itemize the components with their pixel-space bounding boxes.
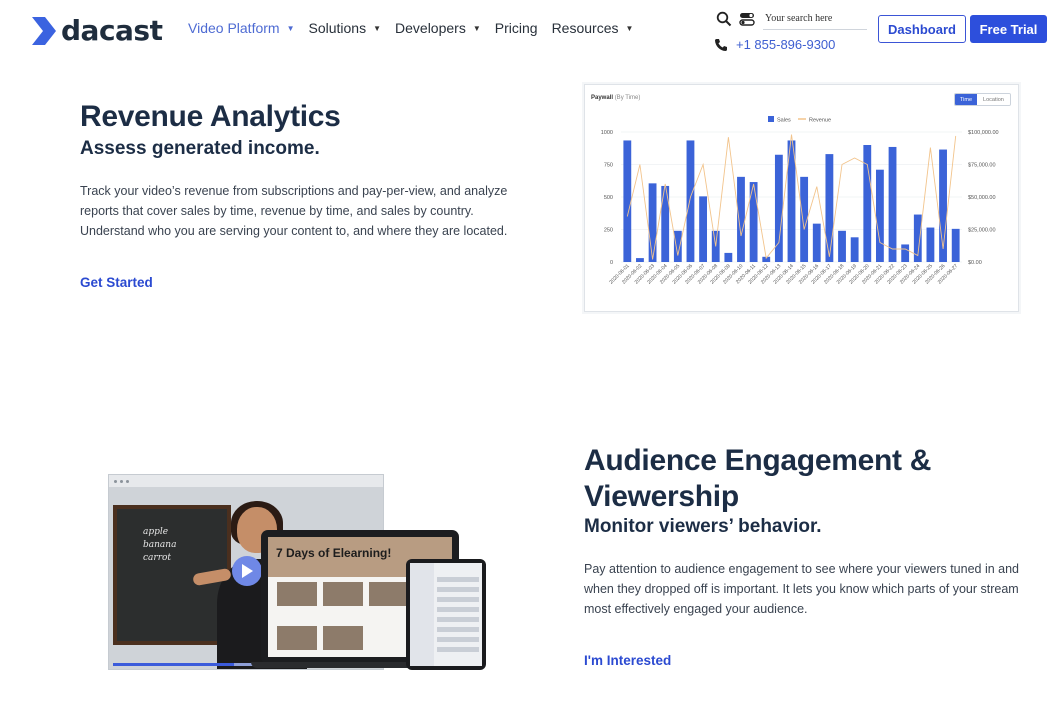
chevron-down-icon: ▼	[373, 23, 382, 33]
tablet-list-row	[437, 617, 479, 622]
free-trial-button[interactable]: Free Trial	[970, 15, 1047, 43]
bar-sales	[673, 230, 682, 262]
nav-resources[interactable]: Resources ▼	[552, 20, 634, 36]
tablet-list-row	[437, 637, 479, 642]
y-left-tick-label: 750	[604, 163, 613, 169]
phone-number: +1 855-896-9300	[736, 37, 836, 52]
bar-sales	[636, 258, 644, 262]
tablet-list-row	[437, 587, 479, 592]
engagement-illustration: apple banana carrot 7 Days of Elearning!	[108, 474, 488, 674]
chevron-down-icon: ▼	[472, 23, 481, 33]
site-header: dacast Video Platform ▼ Solutions ▼ Develo…	[0, 0, 1055, 62]
tablet-list-row	[437, 607, 479, 612]
nav-developers[interactable]: Developers ▼	[395, 20, 481, 36]
tablet-screen	[410, 563, 482, 666]
y-left-tick-label: 1000	[601, 130, 613, 136]
revenue-subtitle: Assess generated income.	[80, 138, 320, 159]
search-bar	[716, 8, 867, 30]
tablet-sidebar	[410, 563, 434, 666]
nav-label: Developers	[395, 20, 466, 36]
engagement-description: Pay attention to audience engagement to …	[584, 562, 1020, 616]
logo-text: dacast	[61, 14, 163, 47]
nav-solutions[interactable]: Solutions ▼	[309, 20, 382, 36]
revenue-title: Revenue Analytics	[80, 100, 341, 133]
course-thumbnail	[277, 626, 317, 650]
chalk-word: banana	[143, 540, 177, 550]
course-title: 7 Days of Elearning!	[276, 546, 392, 560]
bar-sales	[888, 146, 897, 262]
paywall-chart-card: Paywall (By Time) Time Location 1000 750 5…	[584, 84, 1019, 312]
course-thumbnail	[323, 626, 363, 650]
window-dot	[126, 479, 129, 483]
tablet-device	[406, 559, 486, 670]
bar-sales	[901, 244, 910, 262]
tablet-list-row	[437, 647, 479, 652]
window-dot	[114, 479, 117, 483]
y-left-tick-label: 250	[604, 228, 613, 234]
video-progress-fill	[113, 663, 234, 666]
y-left-tick-label: 500	[604, 195, 613, 201]
nav-pricing[interactable]: Pricing	[495, 20, 538, 36]
legend-label-sales: Sales	[777, 118, 791, 124]
phone-icon	[715, 38, 727, 51]
engagement-subtitle: Monitor viewers’ behavior.	[584, 516, 822, 537]
bar-sales	[812, 223, 821, 262]
nav-label: Pricing	[494, 20, 538, 36]
bar-sales	[737, 176, 745, 262]
revenue-description: Track your video’s revenue from subscrip…	[80, 184, 508, 238]
bar-sales	[850, 237, 859, 262]
im-interested-link[interactable]: I'm Interested	[584, 653, 671, 668]
phone-link[interactable]: +1 855-896-9300	[714, 37, 835, 52]
bar-sales	[648, 183, 657, 262]
legend-label-revenue: Revenue	[809, 118, 831, 124]
main-nav: Video Platform ▼ Solutions ▼ Developers ▼ P…	[188, 20, 647, 36]
bar-sales	[825, 154, 834, 262]
paywall-chart: 1000 750 500 250 0 $100,000.00 $75,000.00 $50,0…	[601, 116, 999, 286]
legend-swatch-sales	[768, 116, 774, 122]
course-thumbnail	[323, 582, 363, 606]
search-icon[interactable]	[716, 11, 732, 27]
tablet-list-row	[437, 577, 479, 582]
bar-sales	[686, 140, 695, 262]
bar-sales	[863, 145, 872, 262]
y-right-tick-label: $100,000.00	[968, 130, 999, 136]
dashboard-button[interactable]: Dashboard	[878, 15, 966, 43]
logo-icon	[32, 16, 56, 45]
bar-sales	[724, 252, 733, 262]
browser-bar	[109, 475, 383, 487]
y-right-tick-label: $75,000.00	[968, 163, 996, 169]
tablet-list-row	[437, 597, 479, 602]
nav-video-platform[interactable]: Video Platform ▼	[188, 20, 295, 36]
get-started-link[interactable]: Get Started	[80, 275, 153, 290]
play-button[interactable]	[232, 556, 262, 586]
logo[interactable]: dacast	[32, 14, 163, 47]
y-right-tick-label: $50,000.00	[968, 195, 996, 201]
chalk-word: apple	[143, 527, 169, 537]
toggle-icon[interactable]	[739, 11, 755, 27]
search-input[interactable]	[763, 8, 867, 30]
y-left-tick-label: 0	[610, 260, 613, 266]
bar-sales	[951, 228, 960, 262]
bar-sales	[875, 169, 884, 262]
course-thumbnail	[369, 582, 409, 606]
nav-label: Resources	[551, 20, 619, 36]
course-thumbnail	[277, 582, 317, 606]
nav-label: Solutions	[308, 20, 367, 36]
chalk-word: carrot	[143, 553, 172, 563]
tablet-list-row	[437, 627, 479, 632]
engagement-title: Audience Engagement & Viewership	[584, 444, 932, 513]
chevron-down-icon: ▼	[625, 23, 634, 33]
bar-sales	[623, 140, 632, 262]
bar-sales	[838, 230, 846, 262]
y-right-tick-label: $25,000.00	[968, 228, 996, 234]
bar-sales	[926, 227, 935, 262]
bar-sales	[699, 196, 708, 262]
window-dot	[120, 479, 123, 483]
play-icon	[242, 564, 253, 578]
chevron-down-icon: ▼	[286, 23, 295, 33]
y-right-tick-label: $0.00	[968, 260, 982, 266]
nav-label: Video Platform	[188, 20, 280, 36]
